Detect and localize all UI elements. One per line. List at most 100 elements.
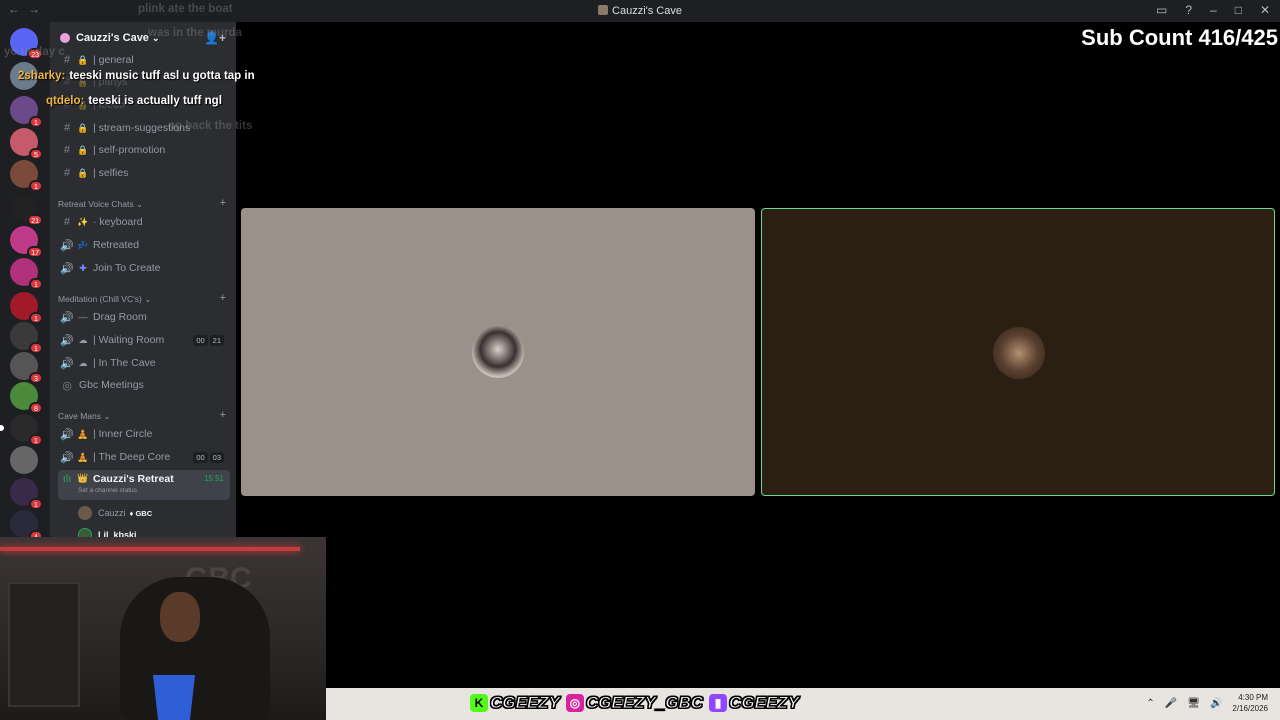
lock-icon: 🔒 [77, 144, 89, 155]
server-icon[interactable]: 1 [10, 96, 43, 128]
cloud-icon: ☁ [78, 334, 88, 345]
network-icon[interactable]: 🖥 [1187, 698, 1200, 709]
avatar [993, 327, 1045, 379]
led-strip [0, 547, 300, 551]
channel-in-the-cave[interactable]: 🔊 ☁ | In The Cave [58, 353, 230, 373]
server-icon[interactable]: 1 [10, 478, 43, 510]
sparkles-icon: ✨ [77, 216, 89, 227]
channel-inner-circle[interactable]: 🔊 🧘 | Inner Circle [58, 424, 230, 444]
kick-handle: K CGEEZY [470, 693, 560, 713]
channel-selfies[interactable]: # 🔒 | selfies [58, 163, 230, 183]
inbox-icon[interactable]: ▭ [1156, 3, 1167, 17]
channel-drag-room[interactable]: 🔊 — Drag Room [58, 307, 230, 327]
server-icon[interactable]: 8 [10, 382, 43, 414]
server-icon[interactable]: 4 [10, 510, 43, 542]
server-icon [598, 5, 609, 15]
server-icon[interactable]: 1 [10, 322, 43, 354]
hash-icon: # [63, 122, 71, 134]
speaker-icon: 🔊 [60, 428, 74, 441]
meditation-icon: 🧘 [77, 428, 89, 439]
sub-count-overlay: Sub Count 416/425 [1081, 25, 1278, 50]
add-channel-icon[interactable]: + [220, 292, 226, 304]
lock-icon: 🔒 [77, 167, 89, 178]
voice-user[interactable]: Cauzzi ♦ GBC [78, 504, 152, 522]
speaker-icon: 🔊 [60, 262, 74, 275]
server-icon[interactable]: 3 [10, 352, 43, 384]
channel-the-deep-core[interactable]: 🔊 🧘 | The Deep Core 00 03 [58, 447, 230, 467]
window-controls: ▭ ? – □ ✕ [1156, 3, 1270, 17]
speaker-icon: 🔊 [60, 311, 74, 324]
server-icon[interactable]: 1 [10, 258, 43, 290]
shoe-shelf [8, 582, 80, 707]
channel-gbc-meetings[interactable]: ◎ Gbc Meetings [58, 375, 230, 395]
stage-icon: ◎ [62, 379, 72, 392]
category-retreat-voice-chats[interactable]: Retreat Voice Chats ⌄ + [58, 197, 230, 210]
blue-cup [153, 675, 195, 720]
server-icon[interactable] [10, 446, 38, 474]
category-cave-mans[interactable]: Cave Mans ⌄ + [58, 409, 230, 422]
help-icon[interactable]: ? [1185, 3, 1192, 17]
dash-icon: — [78, 312, 88, 322]
instagram-icon: ◎ [565, 694, 584, 712]
speaker-icon: 🔊 [60, 334, 74, 347]
crown-icon: 👑 [77, 473, 89, 483]
speaker-icon: 🔊 [60, 357, 74, 370]
server-icon[interactable]: 1 [10, 160, 43, 192]
system-tray: ⌃ 🎤 🖥 🔊 4:30 PM 2/16/2026 [1146, 692, 1268, 714]
minimize-button[interactable]: – [1210, 3, 1217, 17]
server-icon[interactable]: 17 [10, 226, 43, 258]
guild-tag: ♦ GBC [129, 508, 153, 518]
avatar [78, 506, 92, 520]
avatar [472, 326, 524, 378]
chevron-up-icon[interactable]: ⌃ [1146, 698, 1154, 709]
add-channel-icon[interactable]: + [220, 197, 226, 209]
category-meditation[interactable]: Meditation (Chill VC's) ⌄ + [58, 292, 230, 305]
chat-message: 2sharky: teeski music tuff asl u gotta ta… [18, 70, 255, 82]
volume-icon[interactable]: 🔊 [1210, 698, 1222, 709]
maximize-button[interactable]: □ [1235, 3, 1242, 17]
voice-connected-icon: ılı [62, 473, 72, 485]
close-button[interactable]: ✕ [1260, 3, 1270, 17]
channel-join-to-create[interactable]: 🔊 ✚ Join To Create [58, 258, 230, 278]
hash-icon: # [63, 167, 71, 179]
add-channel-icon[interactable]: + [220, 409, 226, 421]
meditation-icon: 🧘 [77, 451, 89, 462]
speaker-icon: 🔊 [60, 239, 74, 252]
channel-retreated[interactable]: 🔊 💤 Retreated [58, 235, 230, 255]
channel-cauzzis-retreat[interactable]: ılı 👑 Cauzzi's Retreat 15:51 Set a channel… [58, 470, 230, 500]
instagram-handle: ◎ CGEEZY_GBC [565, 693, 704, 713]
server-boost-icon [60, 33, 70, 43]
clock[interactable]: 4:30 PM 2/16/2026 [1232, 692, 1268, 714]
server-icon[interactable]: 5 [10, 128, 43, 160]
plus-icon: ✚ [79, 262, 87, 273]
chat-message-faded: was in the murda [148, 27, 242, 39]
voice-participant-tile[interactable] [241, 208, 755, 496]
twitch-icon: ▮ [709, 694, 728, 712]
hash-icon: # [63, 144, 71, 156]
chat-message: qtdelo: teeski is actually tuff ngl [46, 95, 222, 107]
webcam-feed: GBC [0, 537, 326, 720]
channel-waiting-room[interactable]: 🔊 ☁ | Waiting Room 00 21 [58, 330, 230, 350]
lock-icon: 🔒 [77, 54, 89, 65]
kick-icon: K [470, 694, 488, 712]
chat-message-faded: yo ur day c [4, 46, 65, 58]
server-icon[interactable]: 1 [0, 414, 43, 446]
channel-keyboard[interactable]: # ✨ · keyboard [58, 212, 230, 232]
zzz-icon: 💤 [77, 239, 89, 250]
social-banner: K CGEEZY ◎ CGEEZY_GBC ▮ CGEEZY [470, 693, 799, 713]
channel-self-promotion[interactable]: # 🔒 | self-promotion [58, 140, 230, 160]
speaker-icon: 🔊 [60, 451, 74, 464]
chat-message-faded: ng back the tits [168, 120, 253, 132]
chat-message-faded: plink ate the boat [138, 3, 233, 15]
twitch-handle: ▮ CGEEZY [709, 693, 799, 713]
voice-participant-tile-speaking[interactable] [761, 208, 1275, 496]
user-limit-badge: 00 03 [193, 451, 224, 463]
cloud-icon: ☁ [78, 357, 88, 368]
server-rail: 23 1 5 1 21 17 1 1 1 3 8 1 1 4 [0, 22, 50, 542]
microphone-icon[interactable]: 🎤 [1165, 698, 1177, 709]
channel-general[interactable]: # 🔒 | general [58, 50, 230, 70]
streamer-face [160, 592, 200, 642]
server-icon[interactable]: 21 [10, 194, 43, 226]
server-icon[interactable]: 1 [10, 292, 43, 324]
lock-icon: 🔒 [77, 122, 89, 133]
